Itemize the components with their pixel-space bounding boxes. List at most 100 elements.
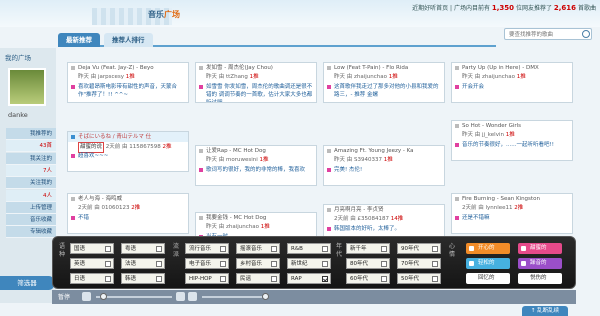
era-option[interactable]: 新千年 <box>346 243 390 254</box>
volume-icon[interactable] <box>82 292 91 301</box>
recommend-count: 1推 <box>249 74 259 80</box>
song-card[interactable]: So Hot - Wonder Girls 昨天 由 jj_kelvin 1推 音乐… <box>451 120 573 161</box>
recommend-count: 2推 <box>131 205 141 211</box>
home-link[interactable]: 近期好听首页 | 广场内目前有 <box>412 5 490 12</box>
song-title[interactable]: 我要金钱 - MC Hot Dog <box>196 213 316 223</box>
sidebar-item[interactable]: 专辑收藏 <box>6 226 56 239</box>
checkbox[interactable] <box>220 246 226 252</box>
volume-knob[interactable] <box>100 293 107 300</box>
song-title[interactable]: Fire Burning - Sean Kingston <box>452 194 572 204</box>
mood-label: 心情 <box>448 243 455 258</box>
song-title[interactable]: Party Up (Up in Here) - DMX <box>452 63 572 73</box>
sidebar-title[interactable]: 我的广场 <box>5 52 31 62</box>
sidebar-item[interactable]: 我关注的 <box>6 152 56 165</box>
search-icon[interactable] <box>582 30 590 38</box>
site-logo[interactable]: 音乐广场 <box>148 9 180 20</box>
checkbox[interactable] <box>220 261 226 267</box>
lang-option[interactable]: 粤语 <box>121 243 165 254</box>
tab-ranking[interactable]: 推荐人排行 <box>104 33 153 47</box>
tab-latest[interactable]: 最新推荐 <box>58 33 100 47</box>
mood-option[interactable]: 开心的 <box>466 243 510 254</box>
search-input[interactable] <box>504 28 592 40</box>
sidebar-item[interactable]: 上传管理 <box>6 201 56 214</box>
song-title[interactable]: そばにいるね / 青山テルマ 仕 <box>68 132 188 142</box>
song-card[interactable]: Party Up (Up in Here) - DMX 昨天 由 zhaijunc… <box>451 62 573 103</box>
genre-option[interactable]: 新世纪 <box>287 258 331 269</box>
song-card[interactable]: 让爱Rap - MC Hot Dog 昨天 由 moruwesini 1推 歌词写的… <box>195 145 317 186</box>
checkbox[interactable] <box>271 276 277 282</box>
era-option[interactable]: 70年代 <box>397 258 441 269</box>
checkbox[interactable] <box>105 261 111 267</box>
song-title[interactable]: 月亮啊月亮 - 李贞贤 <box>324 205 444 215</box>
filter-toggle-button[interactable]: 筛选器 <box>0 276 54 290</box>
genre-option[interactable]: 乡村音乐 <box>236 258 280 269</box>
era-option[interactable]: 60年代 <box>346 273 390 284</box>
song-title[interactable]: So Hot - Wonder Girls <box>452 121 572 131</box>
checkbox[interactable] <box>105 276 111 282</box>
sidebar-item[interactable]: 我推荐的 <box>6 128 56 140</box>
mood-option[interactable]: 回忆的 <box>466 273 510 284</box>
checkbox[interactable] <box>156 276 162 282</box>
lang-label: 语种 <box>58 243 65 258</box>
checkbox[interactable] <box>432 276 438 282</box>
checkbox[interactable] <box>432 246 438 252</box>
mood-option[interactable]: 悦伤的 <box>518 273 562 284</box>
era-option[interactable]: 90年代 <box>397 243 441 254</box>
genre-option[interactable]: 流行音乐 <box>185 243 229 254</box>
mood-option[interactable]: 轻松的 <box>466 258 510 269</box>
song-card[interactable]: そばにいるね / 青山テルマ 仕甜蜜的说 2天前 由 115867598 2推超… <box>67 131 189 172</box>
song-title[interactable]: Low (Feat T-Pain) - Flo Rida <box>324 63 444 73</box>
sidebar-item[interactable]: 关注我的 <box>6 177 56 190</box>
genre-option[interactable]: RAP <box>287 273 331 284</box>
song-title[interactable]: 让爱Rap - MC Hot Dog <box>196 146 316 156</box>
song-title[interactable]: Amazing Ft. Young Jeezy - Ka <box>324 146 444 156</box>
lang-option[interactable]: 韩语 <box>121 273 165 284</box>
checkbox[interactable] <box>156 246 162 252</box>
checkbox[interactable] <box>322 276 328 282</box>
avatar[interactable] <box>8 68 46 106</box>
sidebar-item[interactable]: 43首 <box>6 140 56 153</box>
era-option[interactable]: 50年代 <box>397 273 441 284</box>
song-card[interactable]: Amazing Ft. Young Jeezy - Ka 昨天 由 S394033… <box>323 145 445 186</box>
sidebar-item[interactable]: 4人 <box>6 189 56 202</box>
genre-option[interactable]: 电子音乐 <box>185 258 229 269</box>
genre-option[interactable]: HIP-HOP <box>185 273 229 284</box>
lang-option[interactable]: 日语 <box>70 273 114 284</box>
lang-option[interactable]: 英语 <box>70 258 114 269</box>
progress-knob[interactable] <box>262 293 269 300</box>
mood-option[interactable]: 甜蜜的 <box>518 243 562 254</box>
song-title[interactable]: 老人与海 - 海鸣威 <box>68 194 188 204</box>
checkbox[interactable] <box>105 246 111 252</box>
prev-icon[interactable] <box>176 292 185 301</box>
lang-option[interactable]: 国语 <box>70 243 114 254</box>
random-play-tab[interactable]: ↑ 乱断乱续 <box>522 306 568 316</box>
checkbox[interactable] <box>381 276 387 282</box>
checkbox[interactable] <box>322 261 328 267</box>
song-card[interactable]: 发如雪 - 周杰伦(Jay Chou) 昨天 由 ttZhang 1推 如雪雪 你发… <box>195 62 317 103</box>
sidebar-item[interactable]: 音乐收藏 <box>6 214 56 227</box>
song-card[interactable]: Low (Feat T-Pain) - Flo Rida 昨天 由 zhaijun… <box>323 62 445 103</box>
song-card[interactable]: Fire Burning - Sean Kingston 2天前 由 lynnle… <box>451 193 573 234</box>
genre-option[interactable]: 民谣 <box>236 273 280 284</box>
genre-option[interactable]: R&B <box>287 243 331 254</box>
progress-bar[interactable] <box>202 296 262 298</box>
checkbox[interactable] <box>322 246 328 252</box>
song-card[interactable]: Deja Vu (Feat. Jay-Z) - Beyo 昨天 由 jarpsce… <box>67 62 189 103</box>
volume-slider[interactable] <box>96 296 172 298</box>
checkbox[interactable] <box>432 261 438 267</box>
song-title[interactable]: Deja Vu (Feat. Jay-Z) - Beyo <box>68 63 188 73</box>
song-title[interactable]: 发如雪 - 周杰伦(Jay Chou) <box>196 63 316 73</box>
checkbox[interactable] <box>381 261 387 267</box>
era-option[interactable]: 80年代 <box>346 258 390 269</box>
lang-option[interactable]: 法语 <box>121 258 165 269</box>
checkbox[interactable] <box>271 261 277 267</box>
sidebar-item[interactable]: 7人 <box>6 164 56 177</box>
checkbox[interactable] <box>381 246 387 252</box>
checkbox[interactable] <box>156 261 162 267</box>
mood-option[interactable]: 躁音的 <box>518 258 562 269</box>
checkbox[interactable] <box>271 246 277 252</box>
next-icon[interactable] <box>188 292 197 301</box>
checkbox[interactable] <box>220 276 226 282</box>
genre-option[interactable]: 摇滚音乐 <box>236 243 280 254</box>
song-card[interactable]: 老人与海 - 海鸣威 2天前 由 01060123 2推 不错 <box>67 193 189 234</box>
